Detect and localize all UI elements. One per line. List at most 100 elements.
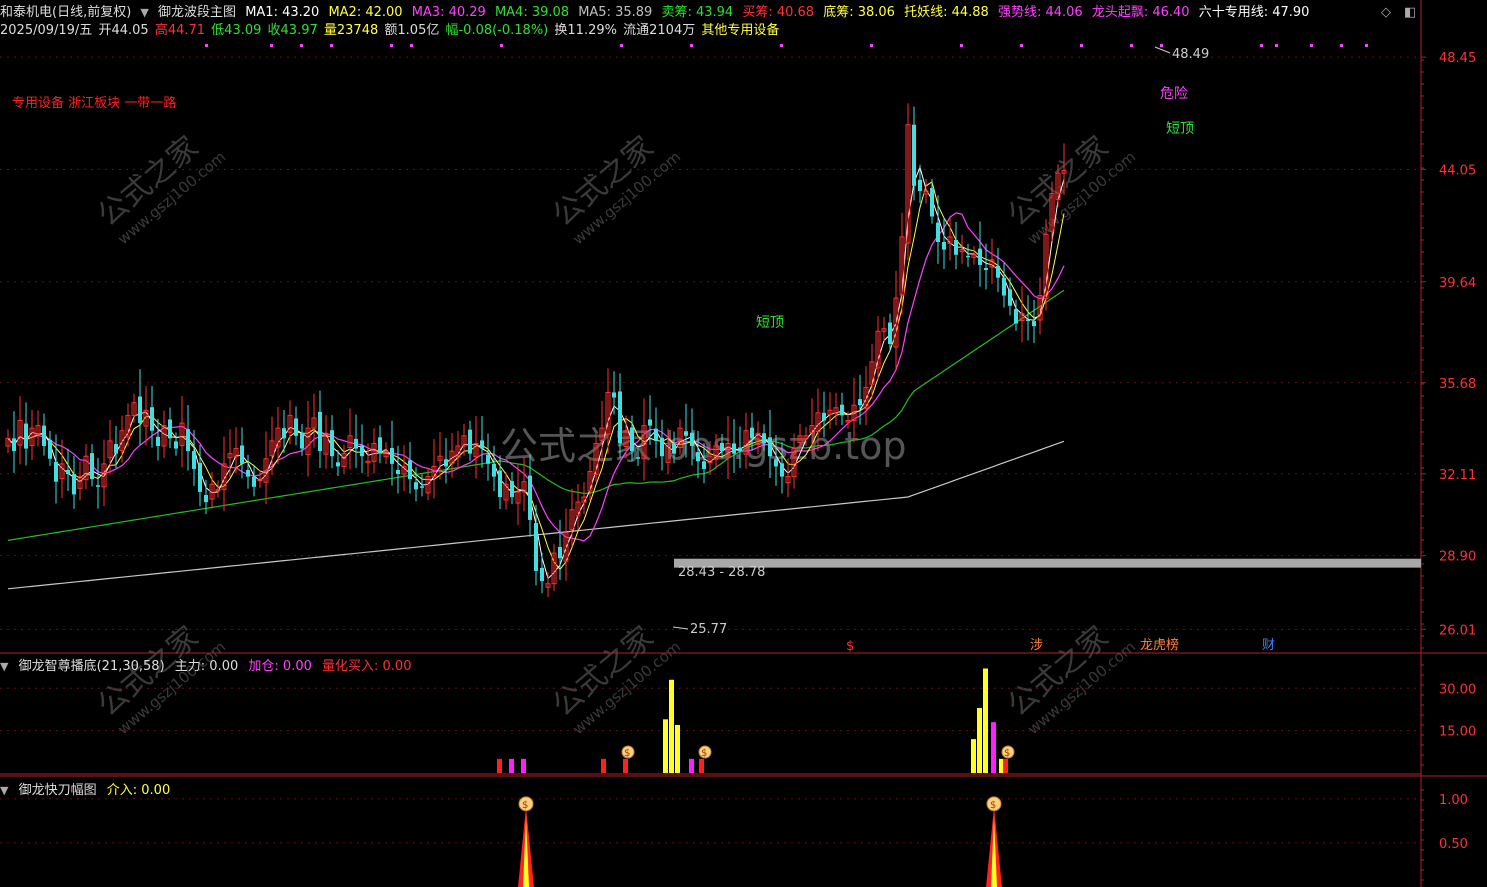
candle-body [390, 448, 394, 464]
candle-body [48, 439, 52, 459]
candle-body [354, 438, 358, 449]
chart-canvas[interactable]: 26.01 28.90 32.11 35.68 39.64 44.05 48.45 15.0… [0, 0, 1487, 887]
price-tick-label: 26.01 [1439, 623, 1476, 638]
panel2-title-bar: ▼ 御龙智尊播底(21,30,58) 主力: 0.00 加仓: 0.00 量化买… [0, 655, 417, 674]
signal-dot [1275, 44, 1278, 47]
candle-body [510, 481, 514, 497]
quote-change: 幅-0.08(-0.18%) [445, 23, 549, 38]
panel2-bar [675, 724, 680, 773]
ma-value: 强势线: 44.06 [997, 5, 1083, 20]
candle-body [654, 428, 658, 441]
dropdown-icon[interactable]: ▼ [0, 784, 8, 797]
candle-body [702, 461, 706, 469]
high-label: 48.49 [1172, 47, 1209, 62]
candle-body [936, 222, 940, 242]
price-grid [0, 56, 1421, 630]
panel3-title-bar: ▼ 御龙快刀幅图 介入: 0.00 [0, 779, 176, 798]
candle-body [1032, 321, 1036, 327]
signal-dot [1160, 44, 1163, 47]
candle-body [996, 265, 1000, 278]
price-tick-label: 44.05 [1439, 163, 1476, 178]
signal-dot [960, 44, 963, 47]
candle-body [978, 248, 982, 265]
quote-high: 高44.71 [154, 23, 206, 38]
candle-body [420, 486, 424, 488]
candle-body [72, 474, 76, 495]
candle-body [156, 436, 160, 446]
signal-dot [330, 44, 333, 47]
candle-body [150, 407, 154, 431]
window-toggle-icon[interactable]: ◧ [1404, 5, 1416, 20]
panel2-tick-label: 15.00 [1439, 725, 1476, 740]
candle-body [636, 457, 640, 459]
money-bag-icon-glyph: $ [1004, 748, 1010, 759]
candle-body [24, 423, 28, 449]
candle-body [444, 459, 448, 467]
candle-body [942, 242, 946, 250]
dropdown-icon[interactable]: ▼ [0, 660, 8, 673]
candle-body [696, 452, 700, 462]
event-marker: 财 [1262, 638, 1275, 653]
signal-dot [1365, 44, 1368, 47]
candle-body [618, 391, 622, 444]
candle-body [192, 451, 196, 469]
low-label: 25.77 [690, 622, 727, 637]
panel2-bar [1003, 758, 1008, 773]
quote-volume: 量23748 [323, 23, 379, 38]
candle-body [984, 268, 988, 271]
dropdown-icon[interactable]: ▼ [140, 6, 148, 19]
candle-body [186, 429, 190, 452]
diamond-icon[interactable]: ◇ [1381, 5, 1391, 20]
signal-dot [1130, 44, 1133, 47]
candle-body [336, 462, 340, 467]
ma-value: MA3: 40.29 [411, 5, 486, 20]
candle-body [240, 445, 244, 464]
candle-body [330, 430, 334, 457]
panel2-bar [699, 758, 704, 773]
candle-body [408, 460, 412, 480]
signal-dot [1020, 44, 1023, 47]
quote-turnover: 换11.29% [554, 23, 617, 38]
main-indicator-name[interactable]: 御龙波段主图 [158, 5, 236, 20]
stock-name[interactable]: 和泰机电(日线,前复权) [0, 5, 131, 20]
ma4-line [7, 289, 1065, 541]
short-top-label: 短顶 [756, 315, 784, 331]
panel2-bar [509, 758, 514, 773]
panel2-bar [623, 758, 628, 773]
signal-dot [390, 44, 393, 47]
candle-body [822, 412, 826, 421]
candle-body [360, 445, 364, 457]
price-axis: 26.01 28.90 32.11 35.68 39.64 44.05 48.45 [1421, 51, 1476, 649]
candle-body [378, 437, 382, 454]
candle-body [888, 322, 892, 344]
panel3-tick-label: 1.00 [1439, 793, 1468, 808]
candle-body [12, 438, 16, 452]
candle-body [174, 441, 178, 449]
support-rect [674, 558, 1421, 568]
signal-dot [870, 44, 873, 47]
ma3-line [7, 212, 1065, 542]
panel2-title[interactable]: 御龙智尊播底(21,30,58) [19, 659, 165, 674]
candle-body [90, 453, 94, 480]
panel2-bar [991, 722, 996, 773]
high-pointer [1154, 46, 1171, 54]
panel2-bar [983, 668, 988, 773]
candle-body [492, 463, 496, 477]
candle-body [534, 523, 538, 571]
ma-value: 底筹: 38.06 [823, 5, 895, 20]
panel3-title[interactable]: 御龙快刀幅图 [19, 783, 97, 798]
candle-body [612, 392, 616, 398]
candle-body [198, 462, 202, 492]
panel3-spikes: 0.50 1.00 $ $ [0, 789, 1468, 887]
candle-body [966, 255, 970, 258]
ma-value: 龙头起飘: 46.40 [1091, 5, 1190, 20]
candle-body [414, 482, 418, 490]
money-bag-icon-glyph: $ [624, 748, 630, 759]
candle-body [780, 463, 784, 477]
candle-body [294, 418, 298, 436]
candle-body [204, 494, 208, 503]
signal-dot [1340, 44, 1343, 47]
candle-body [396, 469, 400, 475]
price-tick-label: 28.90 [1439, 550, 1476, 565]
price-tick-label: 48.45 [1439, 51, 1476, 66]
